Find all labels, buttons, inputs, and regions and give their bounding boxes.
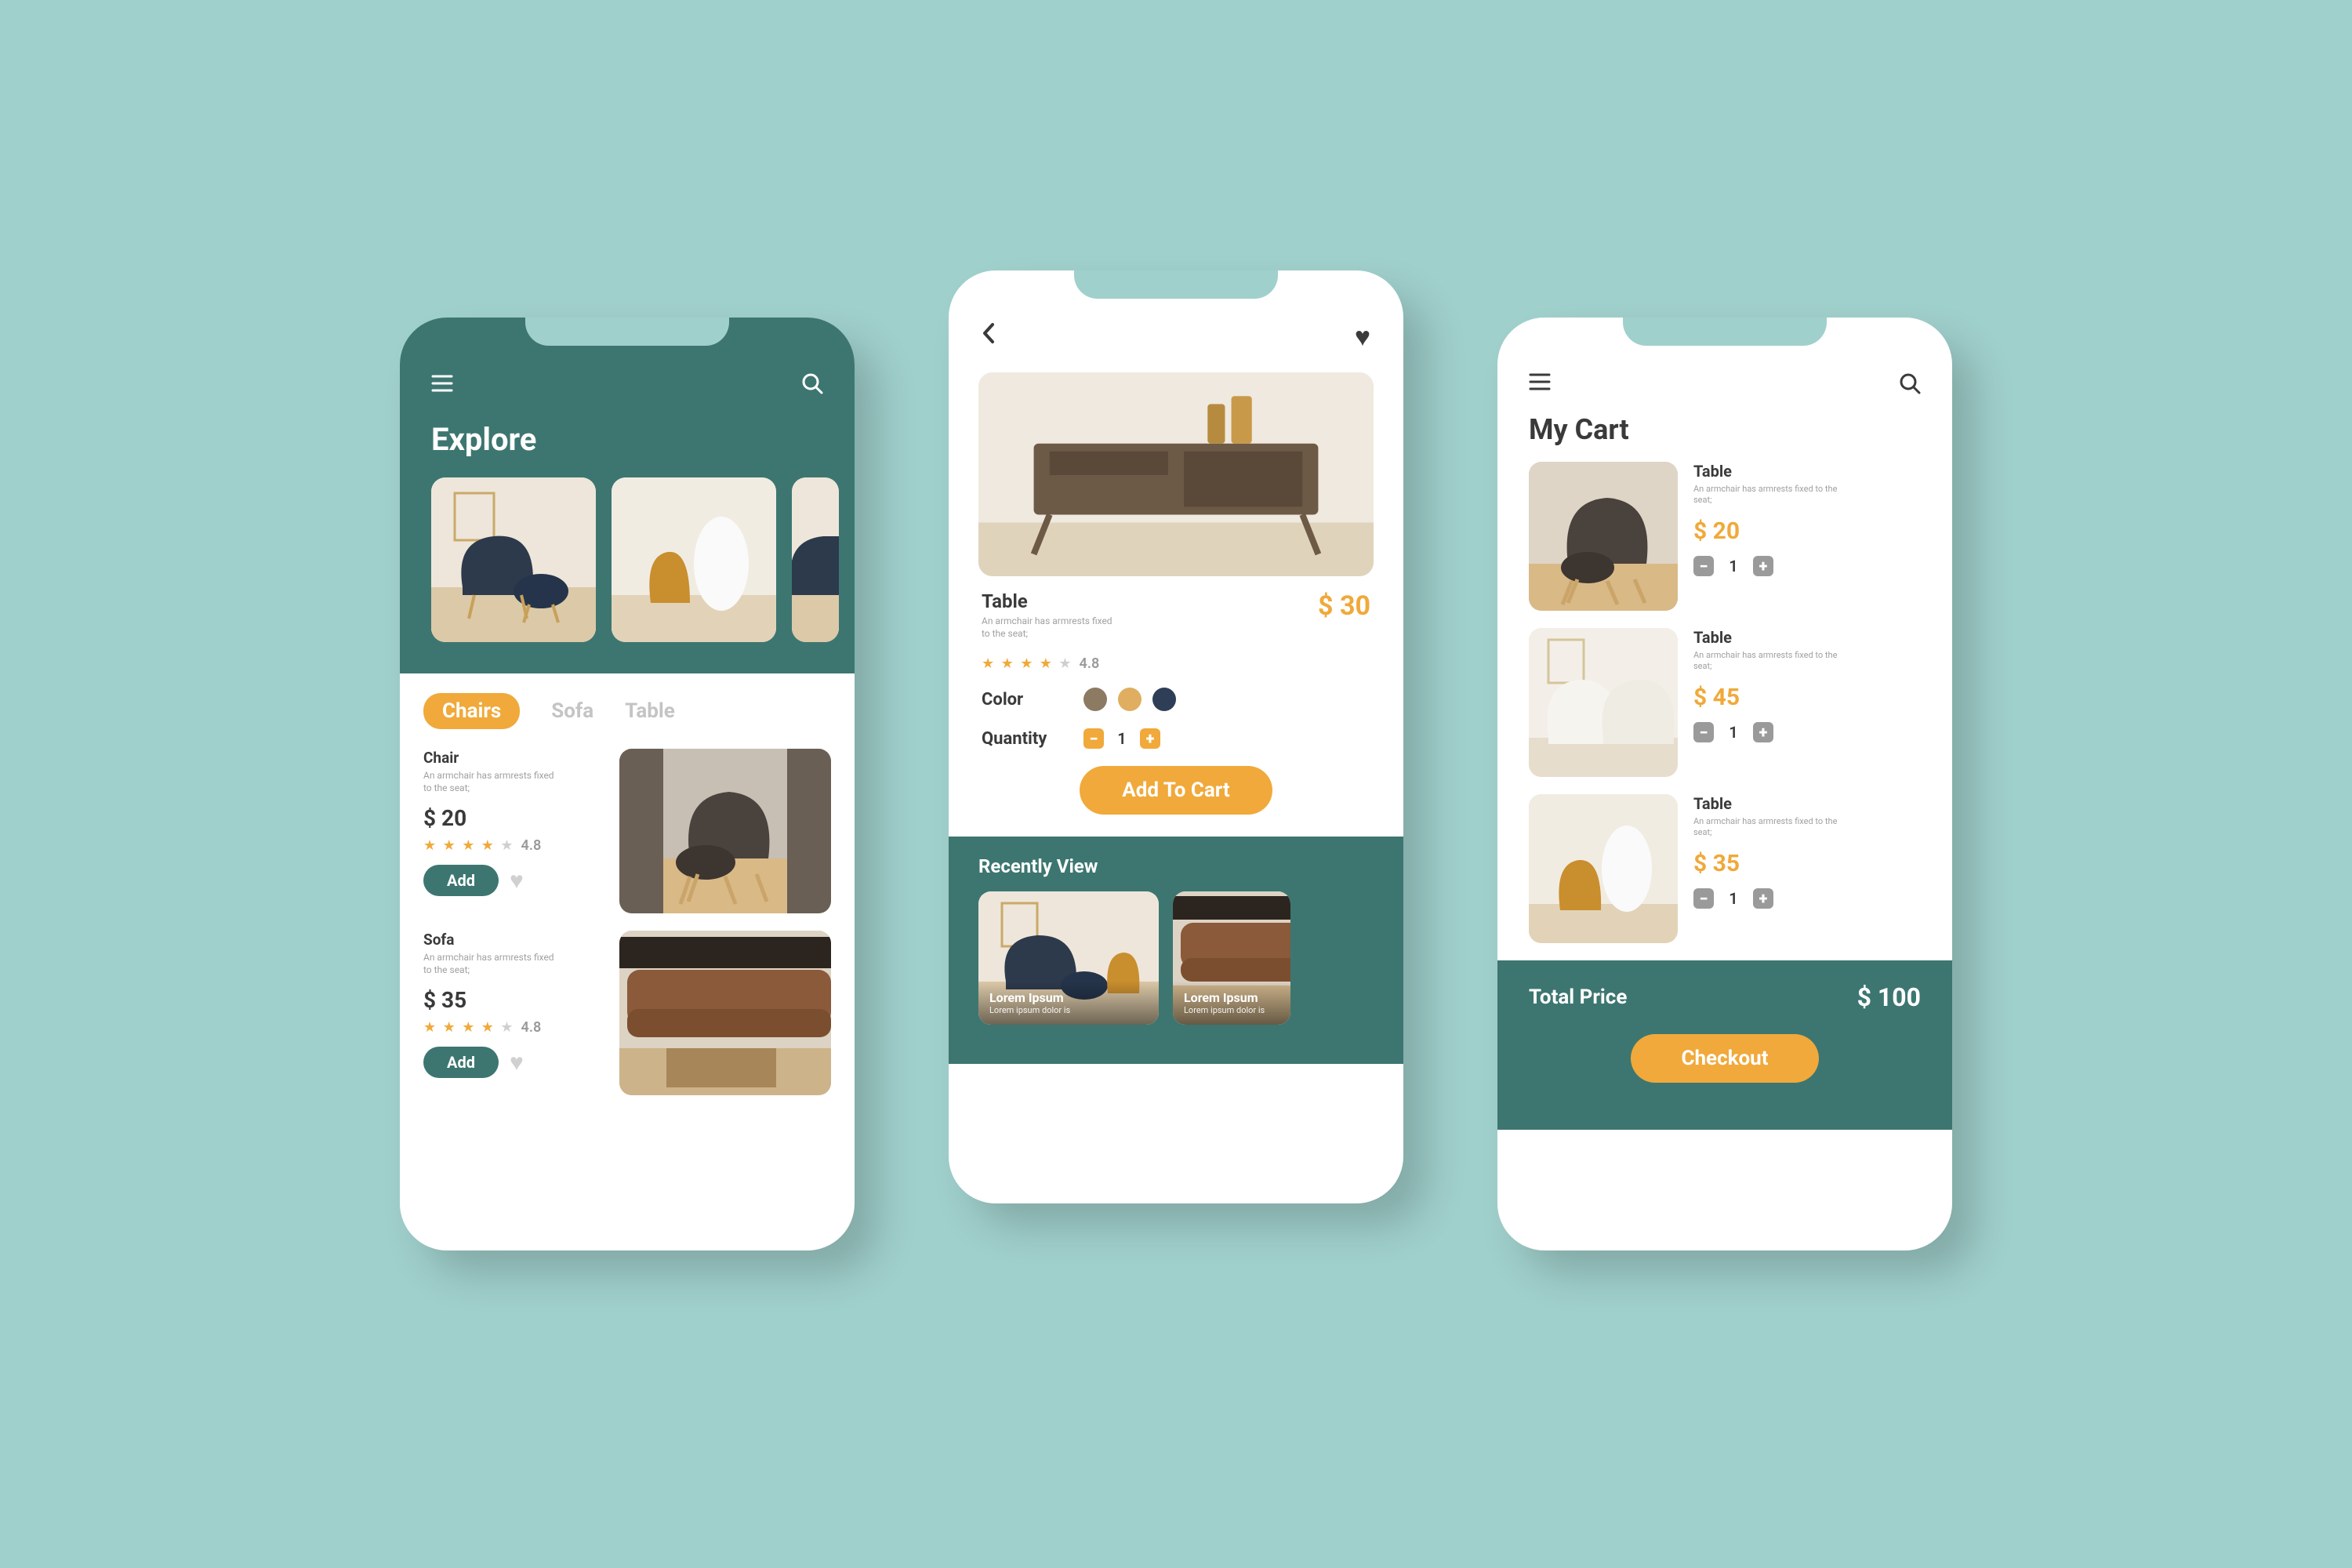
featured-card[interactable] [612,477,776,642]
cart-item-desc: An armchair has armrests fixed to the se… [1693,484,1850,506]
qty-value: 1 [1726,723,1740,742]
recent-title: Lorem Ipsum [989,990,1148,1005]
qty-plus-button[interactable]: + [1753,722,1773,742]
total-value: $ 100 [1857,982,1921,1012]
cart-row: Table An armchair has armrests fixed to … [1529,628,1921,777]
qty-minus-button[interactable]: − [1083,728,1104,749]
product-hero-image [978,372,1374,576]
qty-minus-button[interactable]: − [1693,888,1714,909]
product-name: Chair [423,749,604,767]
star-icon: ★ ★ ★ ★ ★ [423,837,515,854]
product-price: $ 35 [423,987,604,1013]
cart-item-desc: An armchair has armrests fixed to the se… [1693,650,1850,673]
search-icon[interactable] [801,372,823,397]
qty-plus-button[interactable]: + [1753,888,1773,909]
add-button[interactable]: Add [423,1047,499,1078]
heart-icon[interactable]: ♥ [1355,321,1370,353]
back-icon[interactable] [982,321,997,353]
rating-value: 4.8 [521,1019,542,1036]
product-image[interactable] [619,931,831,1095]
tab-table[interactable]: Table [625,699,675,723]
search-icon[interactable] [1899,372,1921,397]
quantity-label: Quantity [982,729,1083,749]
page-title-cart: My Cart [1497,413,1952,462]
heart-icon[interactable]: ♥ [510,1049,524,1076]
star-icon: ★ ★ ★ ★ ★ [982,655,1073,672]
add-to-cart-button[interactable]: Add To Cart [1080,766,1272,815]
page-title-explore: Explore [431,421,823,458]
qty-value: 1 [1726,889,1740,908]
tab-row: Chairs Sofa Table [423,693,831,729]
cart-item-image[interactable] [1529,462,1678,611]
product-row: Chair An armchair has armrests fixed to … [423,749,831,913]
total-label: Total Price [1529,985,1627,1009]
cart-item-price: $ 35 [1693,850,1921,877]
recent-title: Lorem Ipsum [1184,990,1279,1005]
product-row: Sofa An armchair has armrests fixed to t… [423,931,831,1095]
color-label: Color [982,690,1083,710]
product-name: Sofa [423,931,604,949]
cart-row: Table An armchair has armrests fixed to … [1529,462,1921,611]
cart-item-name: Table [1693,462,1921,481]
qty-value: 1 [1115,729,1129,748]
notch [1623,318,1827,346]
qty-minus-button[interactable]: − [1693,556,1714,576]
detail-price: $ 30 [1318,590,1370,622]
recent-card[interactable]: Lorem Ipsum Lorem ipsum dolor is [1173,891,1290,1025]
qty-minus-button[interactable]: − [1693,722,1714,742]
product-desc: An armchair has armrests fixed to the se… [423,952,564,976]
detail-desc: An armchair has armrests fixed to the se… [982,615,1123,640]
color-swatch-brown[interactable] [1083,688,1107,711]
qty-plus-button[interactable]: + [1140,728,1160,749]
recent-card[interactable]: Lorem Ipsum Lorem ipsum dolor is [978,891,1159,1025]
featured-card[interactable] [431,477,596,642]
cart-row: Table An armchair has armrests fixed to … [1529,794,1921,943]
recent-sub: Lorem ipsum dolor is [1184,1005,1279,1015]
qty-value: 1 [1726,557,1740,575]
qty-plus-button[interactable]: + [1753,556,1773,576]
menu-icon[interactable] [431,374,455,396]
product-image[interactable] [619,749,831,913]
detail-name: Table [982,590,1123,612]
menu-icon[interactable] [1529,372,1552,397]
cart-item-name: Table [1693,628,1921,647]
color-swatch-navy[interactable] [1152,688,1176,711]
cart-item-name: Table [1693,794,1921,813]
cart-item-image[interactable] [1529,794,1678,943]
rating-value: 4.8 [521,837,542,854]
notch [1074,270,1278,299]
product-desc: An armchair has armrests fixed to the se… [423,770,564,794]
color-swatch-tan[interactable] [1118,688,1142,711]
heart-icon[interactable]: ♥ [510,867,524,895]
tab-sofa[interactable]: Sofa [551,699,593,723]
product-price: $ 20 [423,805,604,831]
recently-view-title: Recently View [978,855,1374,877]
star-icon: ★ ★ ★ ★ ★ [423,1019,515,1036]
tab-chairs[interactable]: Chairs [423,693,520,729]
recent-sub: Lorem ipsum dolor is [989,1005,1148,1015]
cart-item-desc: An armchair has armrests fixed to the se… [1693,816,1850,839]
cart-item-image[interactable] [1529,628,1678,777]
cart-item-price: $ 20 [1693,517,1921,545]
notch [525,318,729,346]
cart-item-price: $ 45 [1693,684,1921,711]
rating-value: 4.8 [1080,655,1100,672]
checkout-button[interactable]: Checkout [1631,1034,1818,1083]
featured-card-peek[interactable] [792,477,839,642]
add-button[interactable]: Add [423,865,499,896]
